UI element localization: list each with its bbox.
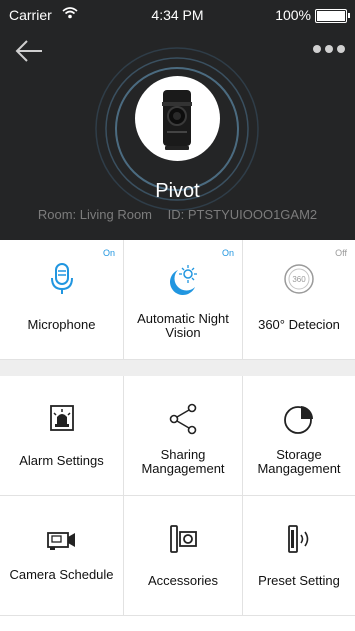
camera-schedule-button[interactable]: Camera Schedule bbox=[0, 496, 124, 616]
night-vision-icon bbox=[170, 265, 197, 295]
camera-schedule-icon bbox=[46, 532, 75, 550]
night-vision-toggle[interactable]: On Automatic Night Vision bbox=[124, 240, 243, 360]
device-header: Carrier 4:34 PM 100% Pivot Room: Living … bbox=[0, 0, 355, 240]
preset-setting-label: Preset Setting bbox=[258, 573, 340, 588]
settings-row-2: Camera Schedule Accessories Preset Setti… bbox=[0, 496, 355, 616]
status-bar: Carrier 4:34 PM 100% bbox=[0, 0, 355, 30]
microphone-state: On bbox=[102, 248, 115, 258]
camera-device-icon bbox=[162, 90, 192, 150]
preset-setting-button[interactable]: Preset Setting bbox=[243, 496, 355, 616]
back-arrow-icon[interactable] bbox=[14, 36, 44, 66]
device-name: Pivot bbox=[155, 180, 200, 202]
storage-management-button[interactable]: Storage Mangagement bbox=[243, 376, 355, 496]
device-id-label: ID: PTSTYUIOOO1GAM2 bbox=[167, 207, 318, 222]
more-dots-icon[interactable] bbox=[313, 40, 345, 58]
section-divider bbox=[0, 360, 355, 376]
accessories-label: Accessories bbox=[147, 573, 219, 588]
battery-icon bbox=[315, 9, 350, 23]
settings-row-1: Alarm Settings Sharing Mangagement Stora… bbox=[0, 376, 355, 496]
camera-schedule-label: Camera Schedule bbox=[9, 567, 114, 582]
detection-toggle[interactable]: Off 360 360° Detecion bbox=[243, 240, 355, 360]
alarm-icon bbox=[49, 405, 74, 431]
night-vision-state: On bbox=[221, 248, 234, 258]
detection-state: Off bbox=[335, 248, 347, 258]
accessories-icon bbox=[170, 525, 197, 553]
room-label: Room: Living Room bbox=[37, 207, 152, 222]
microphone-toggle[interactable]: On Microphone bbox=[0, 240, 124, 360]
microphone-icon bbox=[50, 263, 73, 294]
storage-management-label: Storage Mangagement bbox=[257, 447, 341, 476]
sharing-management-button[interactable]: Sharing Mangagement bbox=[124, 376, 243, 496]
microphone-label: Microphone bbox=[27, 317, 96, 332]
alarm-settings-button[interactable]: Alarm Settings bbox=[0, 376, 124, 496]
feature-toggles: On Microphone On Automatic Night Vision … bbox=[0, 240, 355, 360]
share-icon bbox=[169, 403, 197, 435]
sharing-management-label: Sharing Mangagement bbox=[141, 447, 225, 476]
360-detection-icon: 360 bbox=[284, 264, 314, 294]
camera-avatar bbox=[135, 76, 220, 161]
night-vision-label: Automatic Night Vision bbox=[137, 311, 229, 340]
detection-label: 360° Detecion bbox=[258, 317, 340, 332]
accessories-button[interactable]: Accessories bbox=[124, 496, 243, 616]
device-meta: Room: Living Room ID: PTSTYUIOOO1GAM2 bbox=[0, 207, 355, 222]
storage-pie-icon bbox=[284, 406, 314, 434]
battery-percent: 100% bbox=[275, 7, 311, 23]
svg-text:360: 360 bbox=[292, 275, 306, 284]
preset-icon bbox=[288, 525, 309, 553]
alarm-settings-label: Alarm Settings bbox=[19, 453, 104, 468]
